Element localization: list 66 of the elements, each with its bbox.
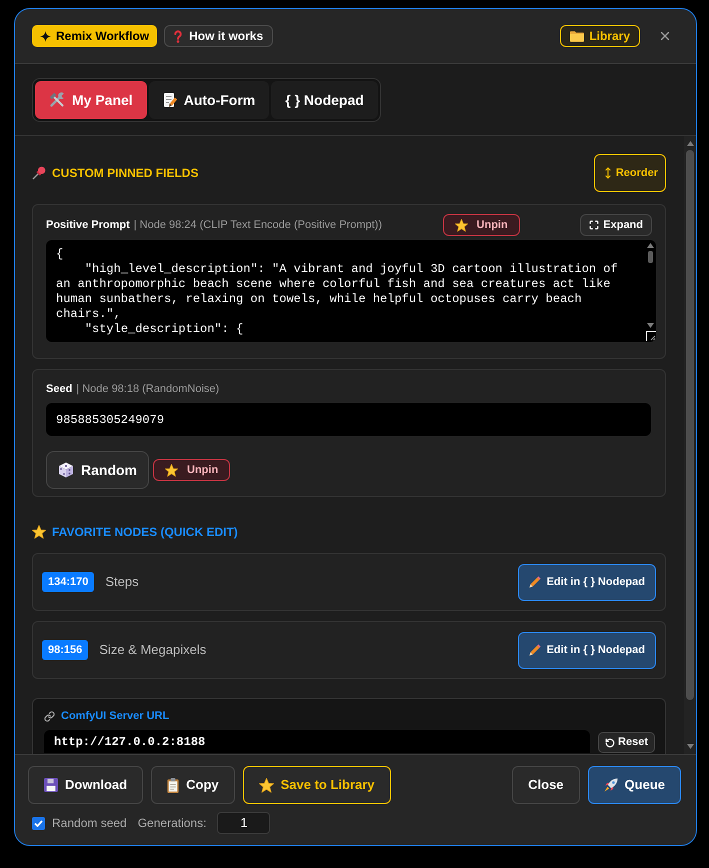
scroll-down-arrow-icon[interactable] <box>686 744 694 749</box>
question-mark-icon <box>174 30 182 42</box>
folder-icon <box>570 30 584 42</box>
scrollbar[interactable] <box>684 136 696 754</box>
random-seed-checkbox[interactable] <box>32 816 45 830</box>
section-title: FAVORITE NODES (QUICK EDIT) <box>52 524 238 541</box>
random-button[interactable]: Random <box>46 451 149 489</box>
node-info: | Node 98:24 (CLIP Text Encode (Positive Prompt)) <box>134 218 382 233</box>
sparkle-icon <box>40 30 51 42</box>
expand-icon <box>589 220 600 230</box>
reset-button[interactable]: Reset <box>598 732 655 753</box>
close-button[interactable] <box>658 29 672 43</box>
resize-handle-icon[interactable] <box>646 331 656 341</box>
hammer-wrench-icon <box>49 92 65 108</box>
scrollbar-thumb[interactable] <box>686 150 694 700</box>
seed-input[interactable]: 985885305249079 <box>46 403 651 436</box>
scroll-up-arrow-icon[interactable] <box>647 243 654 248</box>
server-url-input[interactable]: http://127.0.0.2:8188 <box>44 730 590 753</box>
close-icon <box>658 29 672 43</box>
star-icon <box>32 525 46 539</box>
tab[interactable]: My Panel <box>35 81 147 119</box>
unpin-button[interactable]: Unpin <box>153 459 230 481</box>
scroll-down-arrow-icon[interactable] <box>647 323 654 328</box>
close-button[interactable]: Close <box>512 766 580 804</box>
field-label: Positive Prompt <box>46 218 130 233</box>
expand-button[interactable]: Expand <box>580 214 652 236</box>
pushpin-icon <box>32 166 46 180</box>
queue-button[interactable]: Queue <box>588 766 681 804</box>
star-icon <box>165 464 178 476</box>
reorder-button[interactable]: Reorder <box>594 154 666 192</box>
unpin-button[interactable]: Unpin <box>442 214 520 236</box>
remix-workflow-button[interactable]: Remix Workflow <box>32 25 158 47</box>
tab[interactable]: { } Nodepad <box>271 81 378 119</box>
field-label: Seed <box>46 382 72 397</box>
rocket-icon <box>604 778 618 792</box>
scrollbar-thumb[interactable] <box>648 251 653 263</box>
reset-icon <box>605 738 616 748</box>
tab[interactable]: Auto-Form <box>148 81 270 119</box>
node-name: Size & Megapixels <box>99 641 206 660</box>
node-id-badge: 134:170 <box>42 572 94 592</box>
node-name: Steps <box>105 573 139 592</box>
edit-in-nodepad-button[interactable]: Edit in { } Nodepad <box>518 632 656 668</box>
link-icon <box>44 711 55 722</box>
dice-icon <box>58 462 74 478</box>
memo-icon <box>162 92 177 108</box>
section-title: CUSTOM PINNED FIELDS <box>52 165 198 182</box>
generations-label: Generations: <box>138 815 206 832</box>
prompt-textarea[interactable]: { "high_level_description": "A vibrant and joyful 3D cartoon illustration of an anthropomorphic beach scene where colorful fish and sea creatures act like human sunbathers, relaxing on towels, while helpful octopuses carry beach chairs.", "style_description": { <box>46 240 656 342</box>
pencil-icon <box>528 576 541 588</box>
edit-in-nodepad-button[interactable]: Edit in { } Nodepad <box>518 564 656 600</box>
field-label: ComfyUI Server URL <box>61 709 170 724</box>
download-button[interactable]: Download <box>28 766 144 804</box>
generations-input[interactable]: 1 <box>217 812 270 834</box>
library-button[interactable]: Library <box>560 25 640 47</box>
star-icon <box>258 778 274 792</box>
copy-button[interactable]: Copy <box>151 766 235 804</box>
checkmark-icon <box>34 820 43 826</box>
star-icon <box>454 218 468 232</box>
node-id-badge: 98:156 <box>42 640 88 660</box>
save-to-library-button[interactable]: Save to Library <box>242 766 391 804</box>
clipboard-icon <box>167 778 180 792</box>
node-info: | Node 98:18 (RandomNoise) <box>76 382 220 397</box>
scroll-up-arrow-icon[interactable] <box>686 141 694 146</box>
checkbox-label: Random seed <box>52 815 127 832</box>
pencil-icon <box>528 644 541 656</box>
how-it-works-button[interactable]: How it works <box>164 25 274 47</box>
